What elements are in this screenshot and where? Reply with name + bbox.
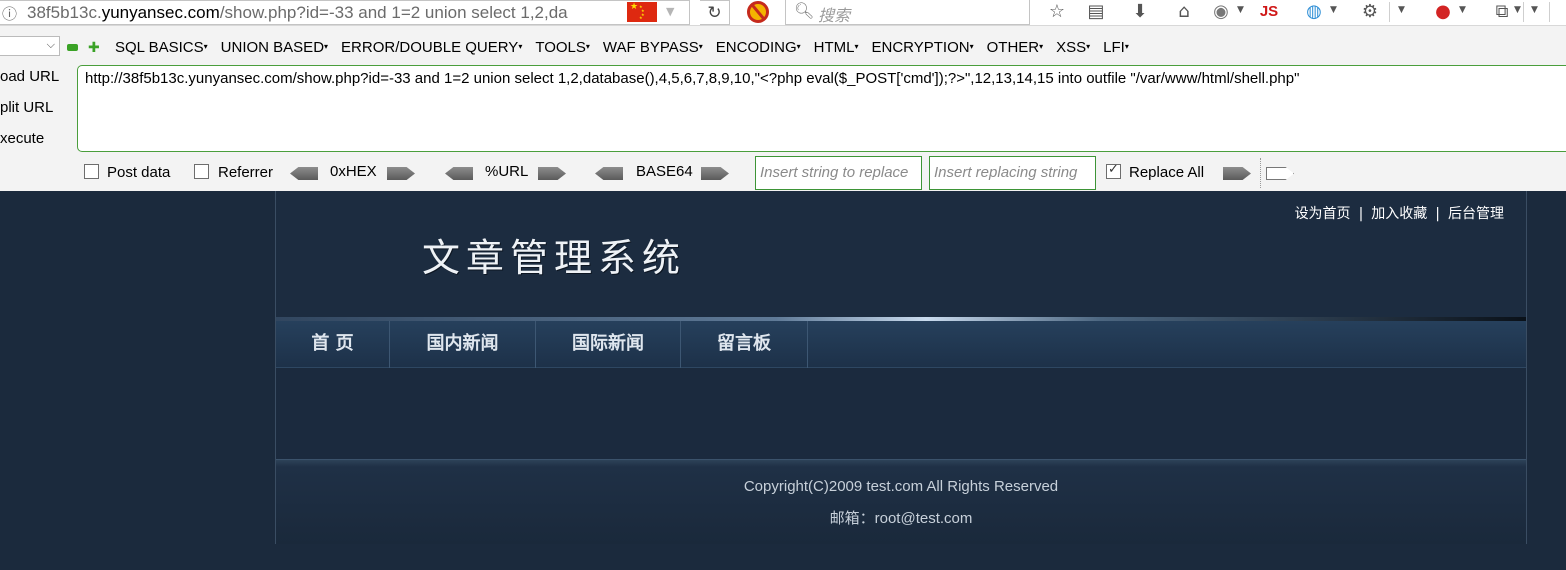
globe-icon[interactable]: ◉ [1209,1,1233,23]
email-label: 邮箱： [829,509,875,527]
menu-tools[interactable]: TOOLS [535,39,590,56]
split-url-button[interactable]: plit URL [0,99,53,116]
menu-lfi[interactable]: LFI [1103,39,1129,56]
replace-all-checkbox[interactable] [1106,162,1121,179]
referrer-checkbox[interactable] [194,164,209,179]
menu-waf-bypass[interactable]: WAF BYPASS [603,39,703,56]
post-data-checkbox[interactable] [84,164,99,179]
js-toggle-icon[interactable]: JS [1256,1,1282,23]
globe-menu-caret[interactable]: ▼ [1237,5,1244,15]
menu-xss[interactable]: XSS [1056,39,1090,56]
address-domain: yunyansec.com [101,3,220,22]
replace-string-input[interactable]: Insert string to replace [755,156,922,190]
window-menu-caret[interactable]: ▼ [1514,5,1521,15]
reload-icon[interactable]: ↻ [700,0,730,25]
overflow-caret[interactable]: ▼ [1398,5,1405,15]
post-data-label[interactable]: Post data [107,164,170,181]
window-icon[interactable]: ⧉ [1489,1,1515,23]
address-host-prefix: 38f5b13c. [27,3,102,22]
toolbar-divider-3 [1549,2,1550,22]
nav-domestic-news[interactable]: 国内新闻 [390,321,536,368]
nav-home[interactable]: 首 页 [276,321,390,368]
set-homepage-link[interactable]: 设为首页 [1295,206,1351,222]
search-box[interactable]: 🔍︎ 搜索 [785,0,1030,25]
address-path: /show.php?id=-33 and 1=2 union select 1,… [219,3,568,22]
toolbar-divider [1389,2,1390,22]
download-icon[interactable]: ⬇ [1127,1,1153,23]
replace-next-arrow-icon[interactable] [1266,167,1294,180]
hackbar-panel: ⌵ ✚ SQL BASICS UNION BASED ERROR/DOUBLE … [0,26,1566,191]
hex-label: 0xHEX [330,163,377,180]
reading-list-icon[interactable]: ▤ [1083,1,1109,23]
nav-guestbook[interactable]: 留言板 [681,321,808,368]
home-icon[interactable]: ⌂ [1171,1,1197,23]
options-divider [1260,158,1261,188]
link-divider: | [1358,206,1364,222]
site-logo: 文章管理系统 [422,236,687,280]
chevron-down-icon: ⌵ [46,38,55,51]
nav-international-news[interactable]: 国际新闻 [536,321,681,368]
top-links: 设为首页 | 加入收藏 | 后台管理 [1295,203,1504,223]
firebug-menu-caret[interactable]: ▼ [1459,5,1466,15]
toolbar-divider-2 [1523,2,1524,22]
admin-link[interactable]: 后台管理 [1448,206,1504,222]
menu-encryption[interactable]: ENCRYPTION [872,39,974,56]
web-page: 设为首页 | 加入收藏 | 后台管理 文章管理系统 首 页 国内新闻 国际新闻 留言板 … [0,191,1566,570]
base64-label: BASE64 [636,163,693,180]
hackbar-options-row: Post data Referrer 0xHEX %URL BASE64 Ins… [0,156,1566,190]
execute-button[interactable]: xecute [0,130,44,147]
search-icon: 🔍︎ [794,1,815,20]
base64-decode-arrow-icon[interactable] [595,167,623,180]
menu-other[interactable]: OTHER [987,39,1044,56]
url-decode-arrow-icon[interactable] [445,167,473,180]
menu-sql-basics[interactable]: SQL BASICS [115,39,208,56]
menu-encoding[interactable]: ENCODING [716,39,801,56]
shrink-icon[interactable] [67,44,78,51]
link-divider: | [1435,206,1440,222]
site-header: 设为首页 | 加入收藏 | 后台管理 文章管理系统 [276,191,1526,319]
menu-error-double-query[interactable]: ERROR/DOUBLE QUERY [341,39,522,56]
hackbar-menu-bar: SQL BASICS UNION BASED ERROR/DOUBLE QUER… [115,39,1142,56]
main-nav: 首 页 国内新闻 国际新闻 留言板 [276,321,1526,368]
china-flag-icon[interactable]: ★ ★ ★ ★ ★ [627,2,657,22]
hackbar-url-textarea[interactable]: http://38f5b13c.yunyansec.com/show.php?i… [77,65,1566,152]
menu-html[interactable]: HTML [814,39,859,56]
load-url-button[interactable]: oad URL [0,68,59,85]
menu-union-based[interactable]: UNION BASED [221,39,328,56]
url-label: %URL [485,163,529,180]
add-favorite-link[interactable]: 加入收藏 [1371,206,1427,222]
adblock-icon[interactable] [747,1,769,23]
translate-icon[interactable]: ◍ [1302,1,1326,23]
base64-encode-arrow-icon[interactable] [701,167,729,180]
address-dropdown-icon[interactable]: ▼ [666,5,674,18]
main-content [276,369,1526,459]
info-icon[interactable]: ⓘ [2,3,17,24]
copyright-text: Copyright(C)2009 test.com All Rights Res… [743,478,1059,495]
firebug-icon[interactable]: ● [1430,1,1456,23]
menu-caret[interactable]: ▼ [1531,5,1538,15]
palette-icon[interactable]: ⚙ [1358,1,1382,23]
browser-toolbar: ⓘ 38f5b13c.yunyansec.com/show.php?id=-33… [0,0,1566,26]
url-encode-arrow-icon[interactable] [538,167,566,180]
hex-encode-arrow-icon[interactable] [387,167,415,180]
contact-email-line: 邮箱：root@test.com [276,507,1526,528]
search-placeholder: 搜索 [818,8,851,25]
address-text[interactable]: 38f5b13c.yunyansec.com/show.php?id=-33 a… [27,3,619,23]
email-address: root@test.com [874,510,973,527]
translate-menu-caret[interactable]: ▼ [1330,5,1337,15]
address-bar[interactable]: ⓘ 38f5b13c.yunyansec.com/show.php?id=-33… [0,0,690,25]
replace-go-arrow-icon[interactable] [1223,167,1251,180]
replace-all-label[interactable]: Replace All [1129,164,1204,181]
expand-icon[interactable]: ✚ [88,40,100,56]
replacing-string-input[interactable]: Insert replacing string [929,156,1096,190]
bookmark-star-icon[interactable]: ☆ [1044,1,1070,23]
hackbar-action-select[interactable]: ⌵ [0,36,60,56]
site-footer: Copyright(C)2009 test.com All Rights Res… [276,459,1526,544]
site-container: 设为首页 | 加入收藏 | 后台管理 文章管理系统 首 页 国内新闻 国际新闻 留言板 … [275,191,1527,544]
hex-decode-arrow-icon[interactable] [290,167,318,180]
referrer-label[interactable]: Referrer [218,164,273,181]
